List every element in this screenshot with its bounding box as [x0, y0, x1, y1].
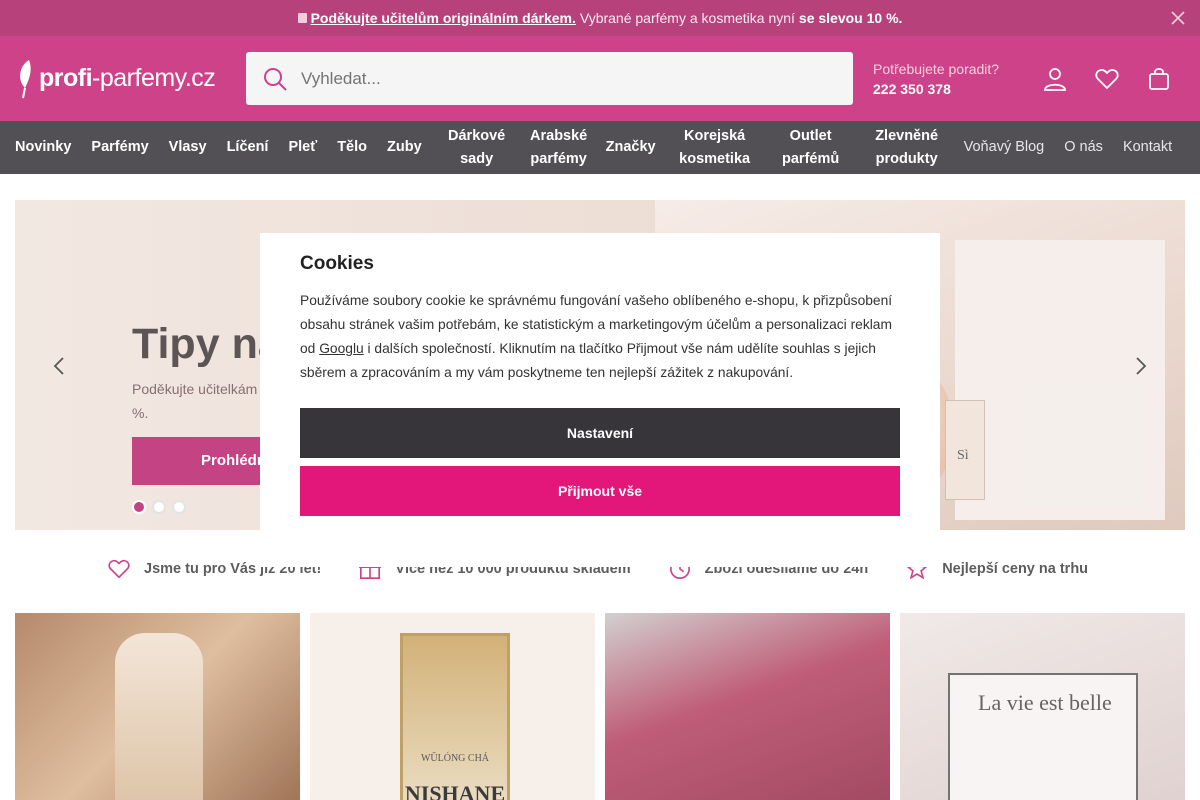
- cookie-text-part2: i dalších společností. Kliknutím na tlač…: [300, 341, 876, 380]
- cookie-text: Používáme soubory cookie ke správnému fu…: [300, 289, 900, 385]
- cookie-title: Cookies: [300, 253, 374, 274]
- cookie-dialog: Cookies Používáme soubory cookie ke sprá…: [260, 233, 940, 567]
- cookie-settings-button[interactable]: Nastavení: [300, 408, 900, 458]
- google-link[interactable]: Googlu: [319, 341, 364, 356]
- cookie-accept-button[interactable]: Přijmout vše: [300, 466, 900, 516]
